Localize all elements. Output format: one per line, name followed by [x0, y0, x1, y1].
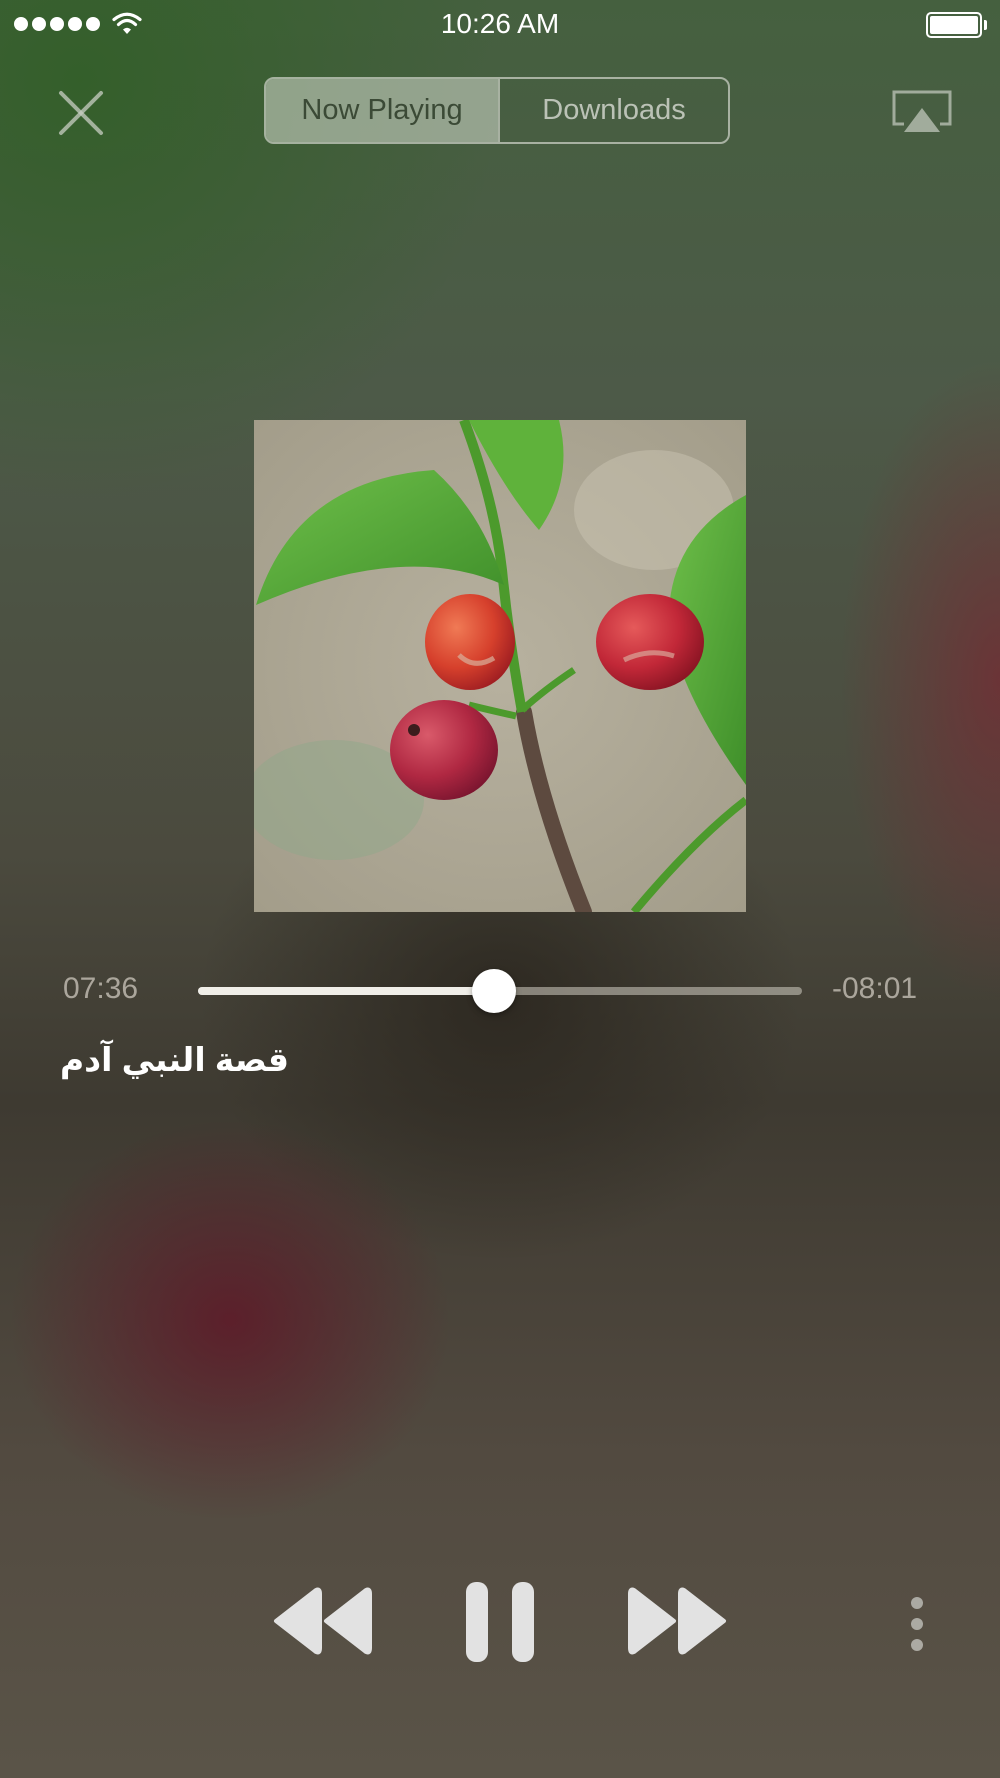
tab-now-playing[interactable]: Now Playing: [266, 79, 498, 142]
status-time: 10:26 AM: [440, 8, 560, 39]
scrubber-thumb[interactable]: [471, 969, 516, 1013]
progress-fill: [198, 987, 494, 995]
view-switcher: Now Playing Downloads: [264, 77, 730, 144]
more-vertical-icon[interactable]: [908, 1596, 926, 1652]
remaining-time: -08:01: [832, 972, 918, 1005]
close-icon[interactable]: [56, 88, 106, 138]
pause-icon[interactable]: [466, 1582, 534, 1662]
elapsed-time: 07:36: [63, 972, 139, 1005]
rewind-icon[interactable]: [272, 1586, 372, 1656]
fast-forward-icon[interactable]: [626, 1586, 728, 1656]
airplay-icon[interactable]: [890, 88, 954, 136]
tab-downloads[interactable]: Downloads: [498, 79, 728, 142]
progress-scrubber[interactable]: [198, 969, 802, 1013]
album-artwork: [254, 420, 746, 912]
track-title: قصة النبي آدم: [60, 1041, 289, 1078]
coffee-berries-image: [254, 420, 746, 912]
battery-tip: [984, 20, 987, 30]
status-bar: 10:26 AM: [0, 0, 1000, 50]
battery-icon: [926, 12, 982, 38]
